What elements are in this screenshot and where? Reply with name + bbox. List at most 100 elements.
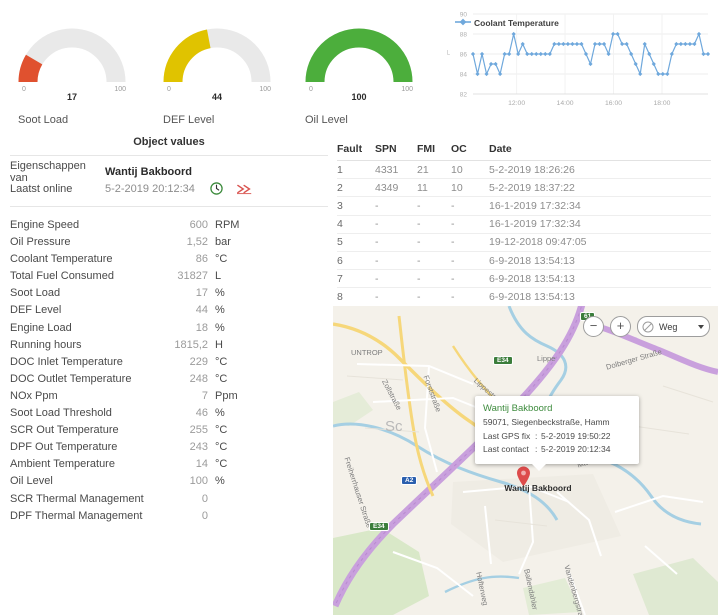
object-value-unit: % (215, 321, 225, 334)
object-value-unit: L (215, 270, 222, 283)
cell-fault-id: 2 (337, 178, 375, 197)
fault-table-header-row: Fault SPN FMI OC Date (337, 143, 711, 161)
chart-y-tick-label: 82 (460, 92, 468, 99)
object-value-name: Oil Level (10, 475, 53, 488)
gauge-label: Oil Level (305, 114, 348, 126)
object-value-number: 1815,2 (174, 338, 208, 351)
cell-fmi: - (417, 232, 451, 252)
cell-oc: - (451, 214, 489, 234)
object-value-name: SCR Out Temperature (10, 424, 119, 437)
cell-fmi: 21 (417, 159, 451, 179)
double-chevron-right-icon[interactable] (236, 183, 253, 195)
cell-fault-id: 4 (337, 214, 375, 234)
object-value-name: Engine Speed (10, 219, 80, 231)
object-value-number: 255 (189, 424, 208, 437)
zoom-in-button[interactable]: + (610, 316, 631, 337)
table-row[interactable]: 7- - -6-9-2018 13:54:13 (337, 269, 711, 288)
cell-oc: 10 (451, 159, 489, 179)
table-row[interactable]: 1 4331 21 10 5-2-2019 18:26:26 (337, 159, 711, 179)
chart-data-point (642, 41, 647, 47)
chart-data-point (651, 61, 656, 67)
cell-fmi: - (417, 269, 451, 288)
chart-data-point (669, 51, 674, 57)
cell-spn: - (375, 250, 417, 270)
object-value-number: 243 (189, 441, 208, 454)
object-value-number: 248 (189, 372, 208, 385)
cell-date: 5-2-2019 18:26:26 (489, 159, 711, 179)
object-value-row: DPF Thermal Management 0 (10, 510, 328, 527)
chart-data-point (525, 51, 530, 57)
object-value-row: DOC Outlet Temperature 248 °C (10, 373, 328, 390)
history-clock-icon[interactable] (210, 182, 223, 195)
object-value-unit: % (215, 407, 225, 420)
chart-y-tick-label: 88 (460, 32, 468, 39)
chart-data-point (574, 41, 580, 47)
gauge-scale: 0 100 100 (305, 86, 413, 102)
object-value-row: Soot Load Threshold 46% (10, 407, 328, 424)
object-values-panel: Object values Eigenschappen van Wantij B… (10, 136, 328, 527)
map-layer-icon (642, 321, 654, 333)
chart-data-point (583, 51, 589, 57)
table-row[interactable]: 3- - -16-1-2019 17:32:34 (337, 196, 711, 216)
chart-data-point (633, 61, 638, 67)
popup-value: 5-2-2019 19:50:22 (541, 431, 611, 441)
gauge-scale: 0 100 44 (163, 86, 271, 102)
chart-data-point (678, 41, 683, 47)
cell-fault-id: 3 (337, 196, 375, 216)
object-value-number: 18 (195, 321, 208, 334)
object-value-name: Soot Load Threshold (10, 407, 112, 420)
chart-y-axis-marker: └ (445, 50, 450, 59)
chart-data-point (638, 71, 643, 77)
table-row[interactable]: 4- - -16-1-2019 17:32:34 (337, 214, 711, 234)
meta-value-object-name: Wantij Bakboord (105, 165, 192, 178)
map-route-shield: E34 (493, 356, 513, 365)
table-row[interactable]: 6- - -6-9-2018 13:54:13 (337, 250, 711, 270)
chart-legend[interactable]: Coolant Temperature (455, 18, 559, 28)
cell-spn: - (375, 196, 417, 216)
chart-data-point (493, 61, 498, 67)
chart-data-point (552, 41, 557, 47)
popup-key: Last contact (483, 444, 529, 454)
object-value-name: Oil Pressure (10, 236, 71, 249)
cell-fmi: - (417, 250, 451, 270)
object-value-name: DEF Level (10, 304, 62, 317)
column-header-date: Date (489, 143, 512, 155)
cell-date: 16-1-2019 17:32:34 (489, 214, 711, 234)
chart-data-point (470, 51, 476, 57)
chart-data-point (479, 51, 485, 57)
table-row[interactable]: 5- - -19-12-2018 09:47:05 (337, 232, 711, 252)
object-value-row: Running hours 1815,2 H (10, 339, 328, 356)
object-value-unit: °C (215, 372, 228, 385)
object-value-unit: H (215, 338, 223, 351)
cell-spn: - (375, 269, 417, 288)
gauge-label: DEF Level (163, 114, 215, 126)
chart-data-point (701, 51, 706, 57)
gauge-scale: 0 100 17 (18, 86, 126, 102)
chart-data-point (475, 71, 480, 77)
table-row[interactable]: 2 4349 11 10 5-2-2019 18:37:22 (337, 178, 711, 197)
object-value-unit: °C (215, 253, 228, 266)
object-value-row: Oil Level 100% (10, 475, 328, 492)
legend-label: Coolant Temperature (474, 18, 559, 28)
cell-fmi: - (417, 287, 451, 306)
map-controls[interactable]: − + Weg (583, 316, 710, 337)
cell-spn: - (375, 232, 417, 252)
coolant-temperature-chart: Coolant Temperature 82 84 86 88 90 12:00 14:00… (437, 4, 714, 116)
column-header-fmi: FMI (417, 143, 436, 155)
cell-oc: - (451, 250, 489, 270)
map-info-popup: Wantij Bakboord 59071, Siegenbeckstraße,… (475, 396, 639, 471)
object-meta: Eigenschappen van Wantij Bakboord Laatst… (10, 156, 328, 207)
object-value-row: NOx Ppm 7 Ppm (10, 390, 328, 407)
cell-fmi: - (417, 196, 451, 216)
zoom-out-button[interactable]: − (583, 316, 604, 337)
gauge-arc-svg (305, 28, 413, 83)
object-value-unit: Ppm (215, 389, 238, 402)
map-layer-dropdown[interactable]: Weg (637, 316, 710, 337)
table-row[interactable]: 8- - -6-9-2018 13:54:13 (337, 287, 711, 306)
cell-fault-id: 1 (337, 159, 375, 179)
chart-data-point (588, 61, 593, 67)
object-value-unit: °C (215, 424, 228, 437)
map-panel[interactable]: Sc − + Weg UNTROP Lippe Dolberger Straße Zo… (333, 306, 718, 615)
chart-data-point (647, 51, 652, 57)
meta-row-eigenschappen: Eigenschappen van Wantij Bakboord (10, 160, 328, 184)
